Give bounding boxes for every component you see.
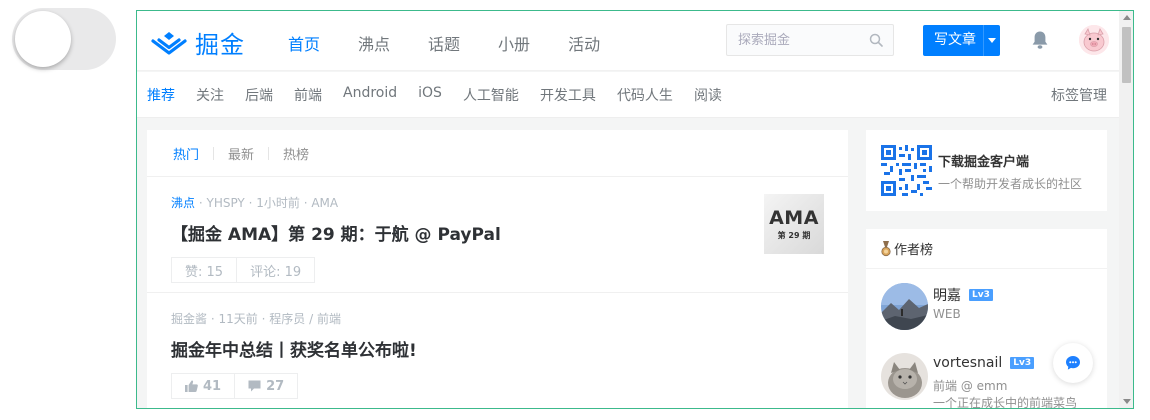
app-download-card[interactable]: 下载掘金客户端 一个帮助开发者成长的社区 — [866, 130, 1107, 211]
category-bar: 推荐 关注 后端 前端 Android iOS 人工智能 开发工具 代码人生 阅… — [137, 72, 1119, 118]
pig-avatar-icon — [1079, 25, 1109, 55]
category-ios[interactable]: iOS — [418, 85, 442, 105]
main-nav: 首页 沸点 话题 小册 活动 — [288, 31, 638, 55]
item-role[interactable]: 程序员 — [269, 312, 305, 326]
thumbnail-subtitle: 第 29 期 — [777, 231, 811, 240]
chat-bubble-button[interactable] — [1053, 343, 1093, 383]
nav-item-events[interactable]: 活动 — [568, 31, 600, 55]
scroll-down-arrow-icon[interactable] — [1123, 399, 1131, 404]
toggle-switch[interactable] — [12, 8, 116, 70]
author-avatar[interactable] — [881, 353, 928, 400]
category-frontend[interactable]: 前端 — [294, 85, 322, 105]
medal-icon — [881, 240, 891, 256]
author-description: 前端 @ emm — [933, 379, 1008, 393]
item-category[interactable]: 前端 — [317, 312, 341, 326]
tab-divider — [213, 146, 215, 160]
write-article-label: 写文章 — [934, 32, 976, 48]
author-avatar[interactable] — [881, 283, 928, 330]
tag-manage-link[interactable]: 标签管理 — [1051, 85, 1107, 105]
like-count: 赞: 15 — [185, 264, 224, 280]
feed-item[interactable]: 沸点 · YHSPY · 1小时前 · AMA 【掘金 AMA】第 29 期：于… — [147, 177, 848, 293]
author-name-row: 明嘉 Lv3 — [933, 285, 993, 305]
write-dropdown-toggle[interactable] — [983, 25, 1000, 56]
toggle-knob[interactable] — [15, 11, 71, 67]
cat-avatar-icon — [881, 353, 928, 400]
scroll-up-arrow-icon[interactable] — [1123, 15, 1131, 20]
item-topic[interactable]: AMA — [311, 196, 338, 210]
category-android[interactable]: Android — [343, 85, 397, 105]
item-author[interactable]: 掘金酱 — [171, 312, 207, 326]
notification-bell-icon[interactable] — [1031, 30, 1049, 50]
author-name-row: vortesnail Lv3 — [933, 355, 1035, 371]
nav-item-pins[interactable]: 沸点 — [358, 31, 390, 55]
nav-item-books[interactable]: 小册 — [498, 31, 530, 55]
item-time: 11天前 — [218, 312, 258, 326]
landscape-avatar-icon — [881, 283, 928, 330]
like-button[interactable]: 41 — [171, 373, 236, 399]
category-following[interactable]: 关注 — [196, 85, 224, 105]
user-avatar[interactable] — [1079, 25, 1109, 55]
juejin-logo-icon — [151, 31, 187, 55]
top-header: 掘金 首页 沸点 话题 小册 活动 写文章 — [137, 11, 1119, 71]
qr-code-icon — [881, 145, 932, 196]
search-icon[interactable] — [869, 33, 883, 47]
author-ranking-title: 作者榜 — [894, 243, 934, 258]
comment-count: 评论: 19 — [250, 264, 302, 280]
comment-button[interactable]: 27 — [235, 373, 299, 399]
nav-item-home[interactable]: 首页 — [288, 31, 320, 55]
level-badge: Lv3 — [969, 289, 993, 301]
browser-viewport: 掘金 首页 沸点 话题 小册 活动 写文章 — [136, 10, 1134, 409]
thumbnail-title: AMA — [769, 207, 819, 229]
nav-item-topics[interactable]: 话题 — [428, 31, 460, 55]
item-meta: 沸点 · YHSPY · 1小时前 · AMA — [171, 196, 339, 210]
feed-item[interactable]: 掘金酱 · 11天前 · 程序员 / 前端 掘金年中总结丨获奖名单公布啦! 41 — [147, 293, 848, 408]
tab-hot[interactable]: 热门 — [173, 144, 199, 163]
comment-icon — [248, 380, 261, 392]
item-time: 1小时前 — [256, 196, 300, 210]
app-download-title: 下载掘金客户端 — [938, 155, 1030, 170]
thumbs-up-icon — [185, 380, 198, 392]
tab-ranking[interactable]: 热榜 — [283, 144, 309, 163]
level-badge: Lv3 — [1010, 357, 1035, 369]
item-author[interactable]: YHSPY — [206, 196, 244, 210]
like-button[interactable]: 赞: 15 — [171, 257, 238, 283]
author-ranking-header: 作者榜 — [866, 229, 1107, 269]
scrollbar-thumb[interactable] — [1122, 27, 1131, 83]
write-article-button[interactable]: 写文章 — [923, 25, 1000, 56]
like-count: 41 — [203, 378, 222, 394]
logo-text: 掘金 — [195, 31, 245, 59]
app-download-subtitle: 一个帮助开发者成长的社区 — [938, 177, 1083, 191]
tab-latest[interactable]: 最新 — [228, 144, 254, 163]
item-thumbnail[interactable]: AMA 第 29 期 — [764, 194, 824, 254]
category-reading[interactable]: 阅读 — [694, 85, 722, 105]
category-backend[interactable]: 后端 — [245, 85, 273, 105]
search-input[interactable] — [727, 25, 857, 55]
category-code-life[interactable]: 代码人生 — [617, 85, 673, 105]
author-name[interactable]: vortesnail — [933, 355, 1002, 371]
item-title[interactable]: 掘金年中总结丨获奖名单公布啦! — [171, 336, 824, 361]
search-box — [726, 24, 894, 56]
item-tag[interactable]: 沸点 — [171, 196, 195, 210]
tab-divider — [268, 146, 270, 160]
author-name[interactable]: 明嘉 — [933, 285, 961, 305]
category-recommend[interactable]: 推荐 — [147, 85, 175, 105]
author-description: WEB — [933, 307, 961, 321]
comment-button[interactable]: 评论: 19 — [237, 257, 316, 283]
comment-count: 27 — [266, 378, 285, 394]
vertical-scrollbar[interactable] — [1119, 11, 1133, 408]
juejin-logo[interactable]: 掘金 — [149, 25, 245, 60]
article-feed: 热门 最新 热榜 沸点 · YHSPY · 1小时前 · AMA 【掘金 AMA… — [147, 130, 848, 408]
caret-down-icon — [988, 38, 996, 43]
item-title[interactable]: 【掘金 AMA】第 29 期：于航 @ PayPal — [171, 220, 824, 245]
category-dev-tools[interactable]: 开发工具 — [540, 85, 596, 105]
chat-icon — [1066, 356, 1080, 370]
feed-tabs: 热门 最新 热榜 — [147, 130, 848, 177]
item-meta: 掘金酱 · 11天前 · 程序员 / 前端 — [171, 312, 341, 326]
author-bio: 一个正在成长中的前端菜鸟 — [933, 396, 1078, 409]
category-ai[interactable]: 人工智能 — [463, 85, 519, 105]
